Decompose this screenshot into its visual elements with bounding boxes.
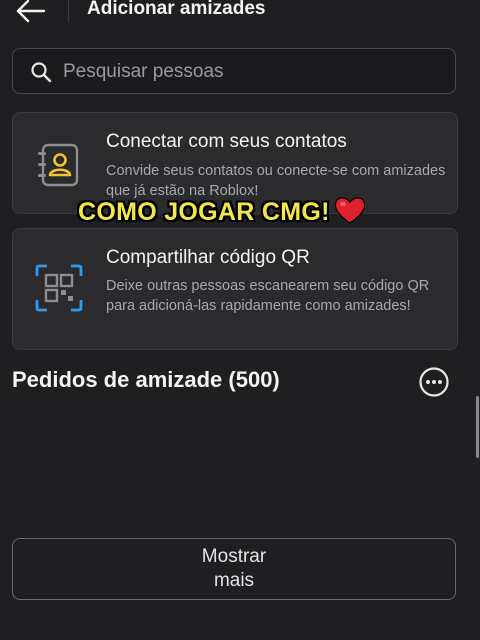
share-qr-description: Deixe outras pessoas escanearem seu códi…	[106, 278, 430, 314]
show-more-label-line2: mais	[213, 570, 255, 591]
scrollbar-thumb[interactable]	[476, 396, 479, 458]
contacts-book-icon	[38, 143, 79, 187]
arrow-left-icon	[16, 0, 46, 23]
show-more-label-line1: Mostrar	[201, 546, 267, 567]
search-input[interactable]	[61, 57, 445, 87]
top-bar: Adicionar amizades	[0, 0, 480, 30]
search-icon	[31, 62, 52, 83]
back-button[interactable]	[14, 0, 48, 26]
header-divider	[68, 0, 69, 22]
share-qr-title: Compartilhar código QR	[106, 247, 310, 268]
heart-icon	[334, 197, 365, 224]
video-caption-overlay: COMO JOGAR CMG!	[78, 195, 367, 227]
qr-code-icon	[35, 264, 83, 312]
connect-contacts-title: Conectar com seus contatos	[106, 131, 347, 152]
ellipsis-circle-icon[interactable]	[418, 366, 450, 398]
overlay-text: COMO JOGAR CMG!	[78, 198, 330, 226]
page-title: Adicionar amizades	[87, 0, 266, 19]
show-more-button[interactable]: Mostrar mais	[12, 538, 456, 600]
search-box[interactable]	[12, 48, 456, 94]
friend-requests-heading: Pedidos de amizade (500)	[12, 367, 280, 392]
share-qr-card[interactable]: Compartilhar código QR Deixe outras pess…	[12, 228, 458, 350]
